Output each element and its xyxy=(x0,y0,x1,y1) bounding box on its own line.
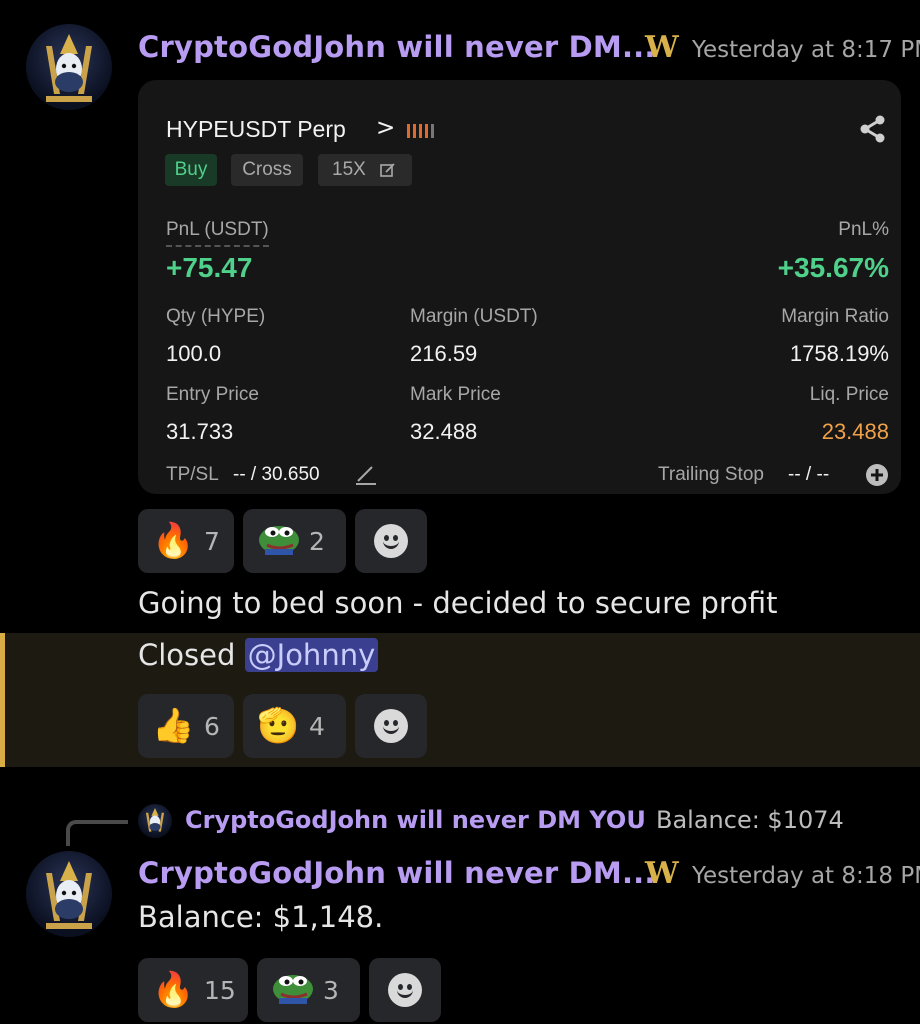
role-badge-icon: W xyxy=(645,856,679,891)
tpsl-value: -- / 30.650 xyxy=(233,464,320,485)
reaction-salute[interactable]: 🫡 4 xyxy=(243,694,346,758)
avatar-image xyxy=(46,861,92,929)
qty-value: 100.0 xyxy=(166,341,222,366)
username[interactable]: CryptoGodJohn will never DM... xyxy=(138,30,656,64)
qty-label: Qty (HYPE) xyxy=(166,306,266,327)
trailing-stop-value: -- / -- xyxy=(788,464,830,485)
avatar[interactable] xyxy=(26,24,112,110)
reply-connector xyxy=(66,820,128,846)
symbol-name[interactable]: HYPEUSDT Perp xyxy=(166,116,346,143)
reaction-pepe[interactable]: 3 xyxy=(257,958,360,1022)
mark-price-label: Mark Price xyxy=(410,384,501,405)
pnl-label: PnL (USDT) xyxy=(166,219,269,247)
add-reaction-button[interactable] xyxy=(369,958,441,1022)
margin-ratio-label: Margin Ratio xyxy=(781,306,889,327)
pnl-percent-value: +35.67% xyxy=(777,252,889,283)
salute-icon: 🫡 xyxy=(257,706,300,746)
reply-preview[interactable]: Balance: $1074 xyxy=(656,806,844,834)
leverage-chip[interactable]: 15X xyxy=(318,154,412,186)
pepe-icon xyxy=(257,521,301,561)
add-reaction-button[interactable] xyxy=(355,509,427,573)
plus-circle-icon[interactable] xyxy=(865,463,889,491)
add-reaction-button[interactable] xyxy=(355,694,427,758)
share-icon[interactable] xyxy=(858,114,888,148)
entry-price-value: 31.733 xyxy=(166,419,234,444)
signal-bars-icon xyxy=(407,123,441,142)
liq-price-value: 23.488 xyxy=(821,419,889,444)
message-text: Going to bed soon - decided to secure pr… xyxy=(138,586,778,620)
reaction-fire[interactable]: 🔥 15 xyxy=(138,958,248,1022)
side-chip: Buy xyxy=(165,154,217,186)
reaction-count: 2 xyxy=(309,526,325,556)
reaction-count: 4 xyxy=(309,711,325,741)
mark-price-value: 32.488 xyxy=(410,419,478,444)
margin-ratio-value: 1758.19% xyxy=(789,341,889,366)
tpsl-label: TP/SL xyxy=(166,464,219,485)
avatar[interactable] xyxy=(26,851,112,937)
reaction-fire[interactable]: 🔥 7 xyxy=(138,509,234,573)
add-reaction-icon xyxy=(374,709,408,743)
add-reaction-icon xyxy=(388,973,422,1007)
message-text: Balance: $1,148. xyxy=(138,900,384,934)
margin-label: Margin (USDT) xyxy=(410,306,538,327)
entry-price-label: Entry Price xyxy=(166,384,259,405)
trailing-stop-label: Trailing Stop xyxy=(658,464,764,485)
pepe-icon xyxy=(271,970,315,1010)
leverage-value: 15X xyxy=(332,159,366,180)
margin-mode-chip: Cross xyxy=(231,154,303,186)
reaction-count: 15 xyxy=(204,975,236,1005)
message-text: Closed @Johnny xyxy=(138,638,379,672)
add-reaction-icon xyxy=(374,524,408,558)
fire-icon: 🔥 xyxy=(152,970,195,1010)
thumbs-up-icon: 👍 xyxy=(152,706,195,746)
mention[interactable]: @Johnny xyxy=(244,638,379,672)
avatar-image xyxy=(46,34,92,102)
reaction-count: 6 xyxy=(204,711,220,741)
edit-icon xyxy=(380,163,395,177)
mention-highlight-bar xyxy=(0,633,5,767)
username[interactable]: CryptoGodJohn will never DM... xyxy=(138,856,656,890)
timestamp: Yesterday at 8:17 PM xyxy=(692,37,920,63)
edit-icon[interactable] xyxy=(354,463,378,489)
liq-price-label: Liq. Price xyxy=(809,384,889,405)
pnl-percent-label: PnL% xyxy=(838,219,889,240)
fire-icon: 🔥 xyxy=(152,521,195,561)
reaction-pepe[interactable]: 2 xyxy=(243,509,346,573)
reply-username[interactable]: CryptoGodJohn will never DM YOU xyxy=(185,806,646,834)
role-badge-icon: W xyxy=(645,30,679,65)
chevron-right-icon[interactable]: > xyxy=(376,115,395,141)
timestamp: Yesterday at 8:18 PM xyxy=(692,863,920,889)
margin-value: 216.59 xyxy=(410,341,478,366)
reply-avatar xyxy=(138,804,172,838)
pnl-value: +75.47 xyxy=(166,252,253,283)
reaction-count: 3 xyxy=(323,975,339,1005)
reaction-thumbs-up[interactable]: 👍 6 xyxy=(138,694,234,758)
position-card: HYPEUSDT Perp > Buy Cross 15X PnL (USDT)… xyxy=(138,80,901,494)
message-prefix: Closed xyxy=(138,638,245,672)
reaction-count: 7 xyxy=(204,526,220,556)
